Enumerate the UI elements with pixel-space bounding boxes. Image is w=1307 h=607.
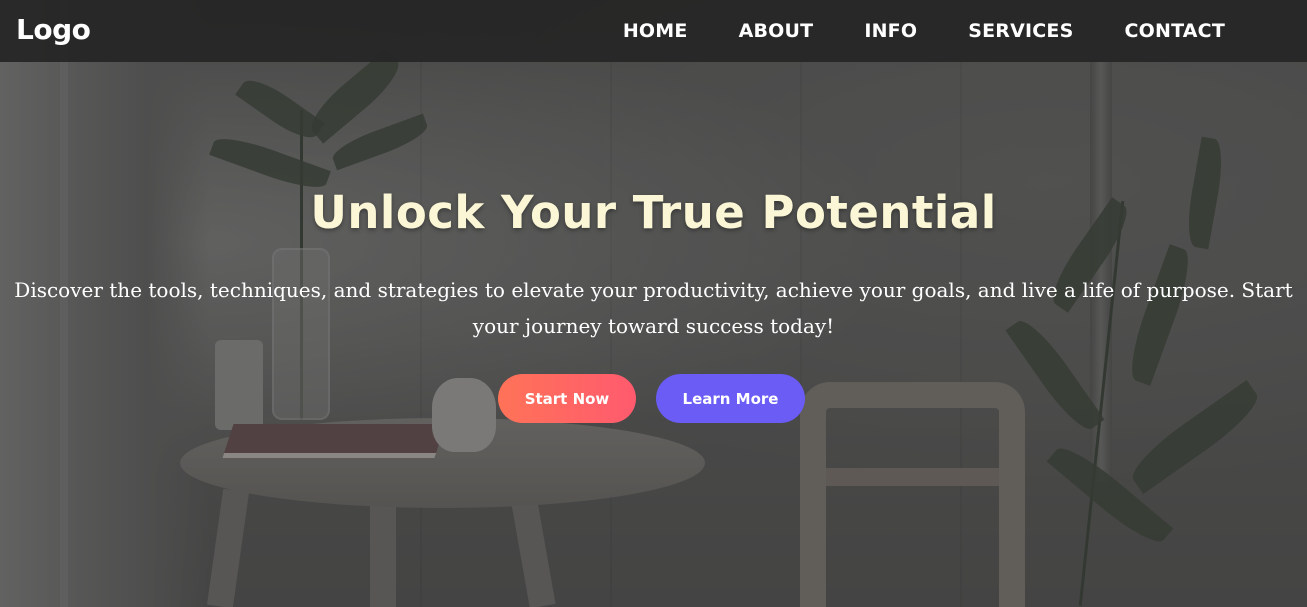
nav-link-about[interactable]: ABOUT xyxy=(739,20,814,42)
nav-link-info[interactable]: INFO xyxy=(864,20,917,42)
hero-content: Unlock Your True Potential Discover the … xyxy=(0,0,1307,607)
navbar: Logo HOME ABOUT INFO SERVICES CONTACT xyxy=(0,0,1307,62)
nav-link-services[interactable]: SERVICES xyxy=(968,20,1073,42)
nav-link-contact[interactable]: CONTACT xyxy=(1125,20,1226,42)
hero-description: Discover the tools, techniques, and stra… xyxy=(14,278,1293,338)
learn-more-button[interactable]: Learn More xyxy=(656,374,805,423)
hero-title: Unlock Your True Potential xyxy=(310,186,997,239)
hero-section: Logo HOME ABOUT INFO SERVICES CONTACT Un… xyxy=(0,0,1307,607)
start-now-button[interactable]: Start Now xyxy=(498,374,636,423)
nav-link-home[interactable]: HOME xyxy=(623,20,688,42)
nav-links: HOME ABOUT INFO SERVICES CONTACT xyxy=(623,20,1225,42)
logo[interactable]: Logo xyxy=(16,13,91,46)
